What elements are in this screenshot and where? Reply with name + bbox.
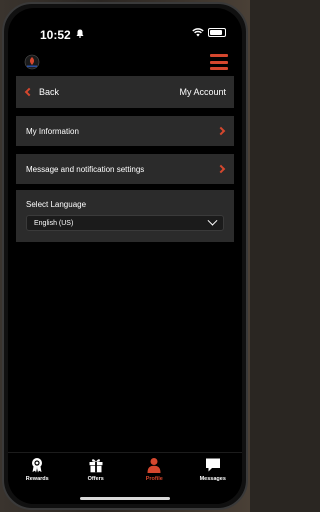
app-screen: 10:52 Back My Account My Information Mes…: [8, 8, 242, 504]
menu-bar: [210, 60, 228, 64]
page-title: My Account: [179, 87, 226, 97]
tab-messages[interactable]: Messages: [189, 457, 237, 504]
navigation-bar: Back My Account: [16, 76, 234, 108]
person-icon: [147, 458, 161, 473]
language-selected-value: English (US): [34, 219, 74, 227]
my-information-row[interactable]: My Information: [16, 116, 234, 146]
back-button[interactable]: Back: [16, 87, 59, 97]
status-time: 10:52: [40, 28, 71, 42]
tab-label: Rewards: [25, 476, 49, 482]
hamburger-menu-icon[interactable]: [210, 54, 228, 70]
language-card: Select Language English (US): [16, 190, 234, 242]
row-label: My Information: [26, 126, 79, 136]
chevron-left-icon: [24, 87, 34, 97]
home-indicator[interactable]: [80, 497, 170, 500]
status-icons: [192, 28, 226, 37]
chat-bubble-icon: [205, 458, 220, 472]
back-label: Back: [39, 87, 60, 97]
chevron-right-icon: [216, 126, 226, 136]
chevron-down-icon: [207, 215, 218, 226]
tab-label: Messages: [199, 476, 226, 482]
menu-bar: [210, 54, 228, 57]
notification-bell-icon: [76, 29, 84, 38]
brand-logo-icon: [24, 54, 40, 70]
chevron-right-icon: [216, 164, 226, 174]
rewards-medal-icon: [32, 458, 43, 473]
row-label: Message and notification settings: [26, 164, 145, 174]
menu-bar: [210, 67, 228, 70]
language-label: Select Language: [26, 200, 87, 209]
phone-frame: 10:52 Back My Account My Information Mes…: [2, 2, 248, 510]
tab-rewards[interactable]: Rewards: [13, 457, 61, 504]
status-bar: 10:52: [8, 8, 242, 48]
tab-label: Profile: [145, 476, 163, 482]
notification-settings-row[interactable]: Message and notification settings: [16, 154, 234, 184]
tab-label: Offers: [87, 476, 104, 482]
language-select[interactable]: English (US): [26, 215, 224, 231]
battery-icon: [208, 28, 226, 37]
wifi-icon: [192, 28, 204, 37]
app-header: [8, 50, 242, 74]
gift-icon: [89, 459, 103, 473]
